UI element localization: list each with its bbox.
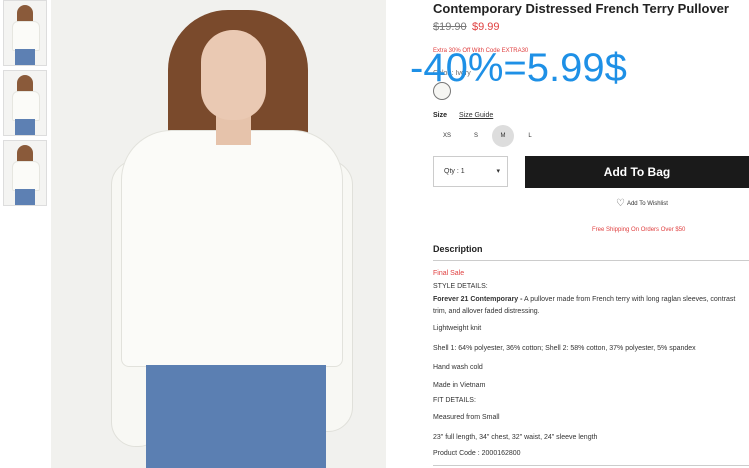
style-description: Forever 21 Contemporary - A pullover mad…: [433, 294, 749, 318]
chevron-down-icon: ▾: [496, 168, 500, 175]
thumbnail-list: [3, 0, 47, 210]
main-product-photo[interactable]: [51, 0, 386, 468]
brand-name: Forever 21 Contemporary -: [433, 296, 523, 303]
size-option-xs[interactable]: XS: [436, 125, 458, 147]
style-details-heading: STYLE DETAILS:: [433, 283, 488, 290]
color-swatch-ivory[interactable]: [433, 82, 451, 100]
fabric-detail: Shell 1: 64% polyester, 36% cotton; Shel…: [433, 345, 696, 352]
final-sale-label: Final Sale: [433, 270, 465, 277]
size-label: Size: [433, 112, 448, 119]
free-shipping-notice: Free Shipping On Orders Over $50: [592, 227, 686, 233]
add-to-bag-button[interactable]: Add To Bag: [525, 156, 749, 188]
fit-details-heading: FIT DETAILS:: [433, 397, 476, 404]
size-option-l[interactable]: L: [519, 125, 541, 147]
knit-detail: Lightweight knit: [433, 325, 482, 332]
size-option-s[interactable]: S: [465, 125, 487, 147]
wishlist-label: Add To Wishlist: [626, 201, 668, 207]
description-divider-top: [433, 260, 749, 261]
size-option-m[interactable]: M: [492, 125, 514, 147]
measured-from: Measured from Small: [433, 414, 500, 421]
measurements: 23" full length, 34" chest, 32" waist, 2…: [433, 434, 598, 441]
heart-icon: ♡: [616, 198, 625, 209]
original-price: $19.90: [433, 21, 467, 33]
thumbnail-side[interactable]: [3, 70, 47, 136]
origin-detail: Made in Vietnam: [433, 382, 486, 389]
product-code: Product Code : 2000162800: [433, 450, 521, 457]
description-heading: Description: [433, 244, 483, 254]
sale-price: $9.99: [472, 21, 500, 33]
thumbnail-front[interactable]: [3, 0, 47, 66]
care-detail: Hand wash cold: [433, 364, 483, 371]
quantity-select[interactable]: Qty : 1 ▾: [433, 156, 508, 187]
product-title: Contemporary Distressed French Terry Pul…: [433, 1, 729, 16]
size-guide-link[interactable]: Size Guide: [459, 112, 493, 119]
add-to-wishlist-link[interactable]: ♡ Add To Wishlist: [616, 198, 668, 209]
description-divider-bottom: [433, 465, 749, 466]
thumbnail-back[interactable]: [3, 140, 47, 206]
quantity-value: Qty : 1: [444, 168, 465, 175]
